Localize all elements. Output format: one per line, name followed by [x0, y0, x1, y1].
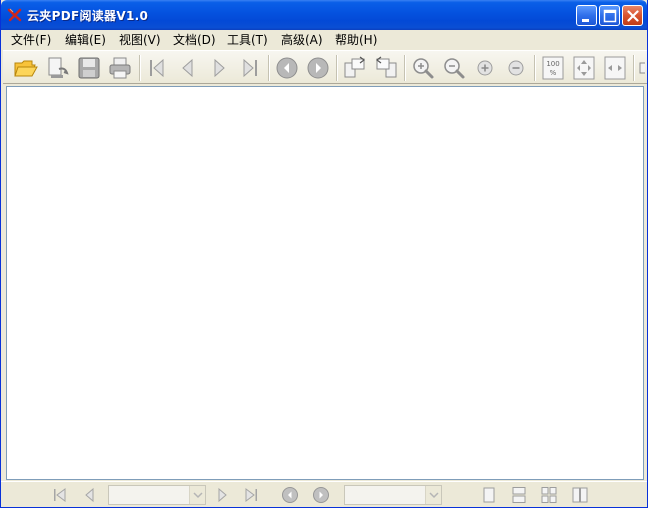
previous-page-icon [182, 58, 193, 78]
rotate-counterclockwise-button[interactable] [373, 55, 399, 81]
open-recent-button[interactable] [45, 55, 71, 81]
menu-bar: 文件(F) 编辑(E) 视图(V) 文档(D) 工具(T) 高级(A) 帮助(H… [1, 30, 647, 50]
zoom-out-tool-button[interactable] [441, 55, 467, 81]
last-page-button[interactable] [237, 55, 263, 81]
facing-icon [541, 487, 557, 503]
close-icon [627, 10, 639, 22]
first-page-icon [150, 58, 164, 78]
print-button[interactable] [107, 55, 133, 81]
rotate-clockwise-icon [344, 56, 365, 78]
main-toolbar: 100 % [3, 50, 647, 84]
open-recent-icon [48, 57, 69, 78]
toolbar-overflow-button[interactable] [639, 55, 645, 81]
next-page-icon [218, 487, 227, 503]
zoom-dropdown-button[interactable] [425, 486, 441, 504]
fit-width-icon [604, 56, 626, 80]
back-button[interactable] [274, 55, 300, 81]
previous-page-icon [85, 487, 94, 503]
overflow-icon [639, 62, 645, 74]
page-number-field[interactable] [108, 485, 206, 505]
zoom-out-tool-icon [444, 58, 465, 79]
zoom-in-button[interactable] [472, 55, 498, 81]
close-button[interactable] [622, 5, 643, 26]
back-icon [276, 57, 298, 79]
last-page-icon [243, 58, 257, 78]
zoom-out-button[interactable] [503, 55, 529, 81]
zoom-out-icon [508, 60, 524, 76]
single-page-icon [483, 487, 495, 503]
svg-text:%: % [550, 69, 557, 77]
toolbar-separator [404, 55, 406, 81]
next-page-icon [214, 58, 225, 78]
menu-file[interactable]: 文件(F) [11, 33, 51, 48]
first-page-icon [54, 488, 66, 502]
rotate-clockwise-button[interactable] [342, 55, 368, 81]
print-icon [109, 57, 131, 79]
zoom-in-icon [477, 60, 493, 76]
fit-page-icon [573, 56, 595, 80]
single-page-view-button[interactable] [480, 486, 498, 504]
save-button[interactable] [76, 55, 102, 81]
facing-view-button[interactable] [540, 486, 558, 504]
page-dropdown-button[interactable] [189, 486, 205, 504]
save-icon [78, 57, 100, 79]
status-next-page-button[interactable] [213, 486, 231, 504]
document-view[interactable] [6, 86, 644, 480]
status-back-button[interactable] [281, 486, 299, 504]
status-first-page-button[interactable] [51, 486, 69, 504]
toolbar-separator [139, 55, 141, 81]
toolbar-separator [268, 55, 270, 81]
toolbar-separator [336, 55, 338, 81]
chevron-down-icon [193, 492, 203, 499]
window-title: 云夹PDF阅读器V1.0 [27, 9, 149, 23]
continuous-facing-icon [572, 487, 588, 503]
zoom-in-tool-button[interactable] [410, 55, 436, 81]
fit-width-button[interactable] [602, 55, 628, 81]
continuous-facing-view-button[interactable] [571, 486, 589, 504]
forward-icon [307, 57, 329, 79]
last-page-icon [245, 488, 257, 502]
title-bar[interactable]: 云夹PDF阅读器V1.0 [1, 0, 647, 30]
forward-icon [313, 487, 329, 503]
zoom-in-tool-icon [413, 58, 434, 79]
status-forward-button[interactable] [312, 486, 330, 504]
minimize-button[interactable] [576, 5, 597, 26]
maximize-button[interactable] [599, 5, 620, 26]
actual-size-icon: 100 % [542, 56, 564, 80]
navigation-bar [1, 481, 647, 507]
menu-help[interactable]: 帮助(H) [335, 33, 377, 48]
svg-text:100: 100 [546, 60, 559, 68]
toolbar-separator [633, 55, 635, 81]
fit-page-button[interactable] [571, 55, 597, 81]
menu-advanced[interactable]: 高级(A) [281, 33, 323, 48]
minimize-icon [582, 19, 589, 22]
previous-page-button[interactable] [175, 55, 201, 81]
next-page-button[interactable] [206, 55, 232, 81]
actual-size-button[interactable]: 100 % [540, 55, 566, 81]
status-last-page-button[interactable] [242, 486, 260, 504]
open-button[interactable] [13, 55, 39, 81]
first-page-button[interactable] [144, 55, 170, 81]
open-folder-icon [14, 60, 38, 77]
back-icon [282, 487, 298, 503]
status-previous-page-button[interactable] [81, 486, 99, 504]
continuous-view-button[interactable] [510, 486, 528, 504]
rotate-counterclockwise-icon [376, 56, 397, 78]
forward-button[interactable] [305, 55, 331, 81]
toolbar-separator [534, 55, 536, 81]
menu-view[interactable]: 视图(V) [119, 33, 161, 48]
maximize-icon [603, 9, 617, 23]
menu-tools[interactable]: 工具(T) [227, 33, 268, 48]
red-x-logo-icon[interactable] [7, 7, 23, 23]
chevron-down-icon [429, 492, 439, 499]
menu-edit[interactable]: 编辑(E) [65, 33, 106, 48]
continuous-icon [512, 487, 526, 503]
zoom-select[interactable] [344, 485, 442, 505]
app-window: 云夹PDF阅读器V1.0 文件(F) 编辑(E) 视图(V) 文档(D) 工具(… [0, 0, 648, 508]
menu-document[interactable]: 文档(D) [173, 33, 216, 48]
